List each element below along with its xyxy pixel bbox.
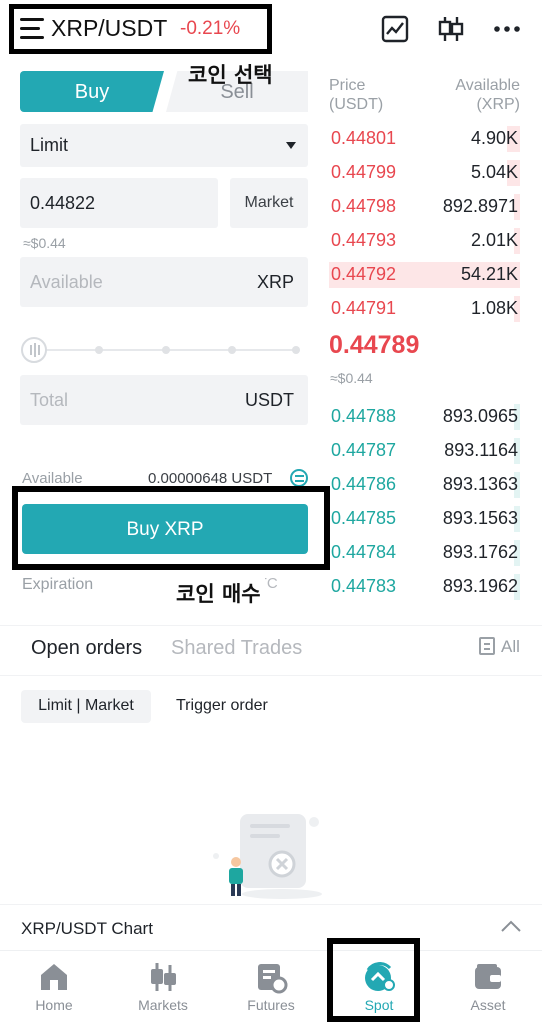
candlestick-icon[interactable] — [436, 14, 466, 44]
price-fiat: ≈$0.44 — [23, 235, 66, 251]
order-type-select[interactable]: Limit — [20, 124, 308, 167]
ob-qty: 1.08K — [470, 298, 518, 318]
ask-row[interactable]: 0.44799 5.04K — [329, 160, 520, 186]
ob-price-header: Price (USDT) — [329, 77, 384, 113]
ask-row[interactable]: 0.44792 54.21K — [329, 262, 520, 288]
home-icon — [41, 964, 67, 990]
nav-asset[interactable]: Asset — [448, 958, 528, 1016]
last-price: 0.44789 — [329, 331, 420, 359]
price-value: 0.44822 — [30, 193, 96, 213]
menu-icon[interactable] — [20, 18, 46, 40]
ask-row[interactable]: 0.44793 2.01K — [329, 228, 520, 254]
bid-row[interactable]: 0.44786 893.1363 — [329, 472, 520, 498]
price-change: -0.21% — [180, 18, 241, 39]
futures-icon — [258, 964, 288, 994]
slider-tick-50[interactable] — [162, 346, 170, 354]
ob-qty: 893.1164 — [444, 440, 518, 460]
available-value: 0.00000648 USDT — [148, 470, 273, 487]
chart-line-icon[interactable] — [380, 14, 410, 44]
slider-tick-100[interactable] — [292, 346, 300, 354]
overlay-buy-coin: 코인 매수 — [172, 578, 265, 608]
total-unit: USDT — [245, 390, 294, 410]
wallet-icon — [475, 964, 501, 989]
pair-title[interactable]: XRP/USDT — [51, 15, 167, 42]
tab-open-orders[interactable]: Open orders — [31, 637, 142, 660]
bid-row[interactable]: 0.44783 893.1962 — [329, 574, 520, 600]
ask-row[interactable]: 0.44801 4.90K — [329, 126, 520, 152]
ob-price: 0.44793 — [331, 230, 397, 250]
ob-qty: 893.1563 — [442, 508, 518, 528]
ob-qty-header: Available (XRP) — [455, 77, 520, 113]
ob-qty: 54.21K — [460, 264, 518, 284]
ob-qty: 893.1762 — [442, 542, 518, 562]
empty-orders-illustration — [210, 808, 330, 900]
divider — [0, 625, 542, 626]
ob-price: 0.44801 — [331, 128, 397, 148]
highlight-box-spot — [327, 938, 420, 1022]
ob-qty: 893.1363 — [442, 474, 518, 494]
amount-slider-track[interactable] — [24, 349, 298, 351]
ob-price: 0.44792 — [331, 264, 397, 284]
ob-price: 0.44783 — [331, 576, 397, 596]
more-dots-icon[interactable] — [492, 14, 522, 44]
transfer-icon[interactable] — [290, 469, 308, 487]
total-placeholder: Total — [30, 390, 69, 410]
ask-row[interactable]: 0.44798 892.8971 — [329, 194, 520, 220]
slider-handle[interactable] — [21, 337, 47, 363]
ob-qty: 4.90K — [470, 128, 518, 148]
order-type-value: Limit — [30, 135, 69, 155]
dropdown-caret-icon — [286, 142, 296, 149]
tab-shared-trades[interactable]: Shared Trades — [171, 637, 302, 660]
ob-price: 0.44785 — [331, 508, 397, 528]
bid-row[interactable]: 0.44788 893.0965 — [329, 404, 520, 430]
buy-xrp-button[interactable]: Buy XRP — [22, 504, 308, 554]
market-price-button[interactable]: Market — [230, 178, 308, 228]
ask-row[interactable]: 0.44791 1.08K — [329, 296, 520, 322]
chart-bar[interactable]: XRP/USDT Chart — [0, 904, 542, 950]
tab-buy-label: Buy — [74, 81, 110, 103]
amount-unit: XRP — [256, 272, 294, 292]
expiration-label: Expiration — [22, 576, 94, 593]
ob-price: 0.44799 — [331, 162, 397, 182]
ob-price: 0.44787 — [331, 440, 397, 460]
amount-placeholder: Available — [30, 272, 103, 292]
bid-row[interactable]: 0.44787 893.1164 — [329, 438, 520, 464]
filter-limit-market[interactable]: Limit | Market — [21, 690, 151, 723]
chevron-up-icon — [501, 920, 521, 932]
all-orders-icon[interactable] — [479, 637, 495, 655]
slider-tick-25[interactable] — [95, 346, 103, 354]
filter-trigger-order[interactable]: Trigger order — [176, 697, 268, 715]
divider — [0, 675, 542, 676]
total-input[interactable]: Total USDT — [20, 375, 308, 425]
nav-futures[interactable]: Futures — [231, 958, 311, 1016]
ob-price: 0.44784 — [331, 542, 397, 562]
buy-button-label: Buy XRP — [126, 519, 204, 540]
ob-price: 0.44786 — [331, 474, 397, 494]
ob-price: 0.44798 — [331, 196, 397, 216]
bid-row[interactable]: 0.44784 893.1762 — [329, 540, 520, 566]
chart-bar-label: XRP/USDT Chart — [21, 919, 153, 938]
ob-price: 0.44791 — [331, 298, 397, 318]
markets-icon — [151, 963, 176, 991]
price-input[interactable]: 0.44822 — [20, 178, 218, 228]
available-label: Available — [22, 470, 83, 487]
slider-tick-75[interactable] — [228, 346, 236, 354]
ob-qty: 893.0965 — [442, 406, 518, 426]
overlay-select-coin: 코인 선택 — [188, 63, 273, 87]
amount-input[interactable]: Available XRP — [20, 257, 308, 307]
market-label: Market — [244, 194, 294, 211]
nav-home[interactable]: Home — [14, 958, 94, 1016]
nav-markets[interactable]: Markets — [123, 958, 203, 1016]
ob-qty: 893.1962 — [442, 576, 518, 596]
ob-price: 0.44788 — [331, 406, 397, 426]
ob-qty: 892.8971 — [442, 196, 518, 216]
ob-qty: 5.04K — [470, 162, 518, 182]
all-orders-link[interactable]: All — [501, 637, 520, 657]
bid-row[interactable]: 0.44785 893.1563 — [329, 506, 520, 532]
last-price-fiat: ≈$0.44 — [330, 370, 373, 386]
ob-qty: 2.01K — [470, 230, 518, 250]
